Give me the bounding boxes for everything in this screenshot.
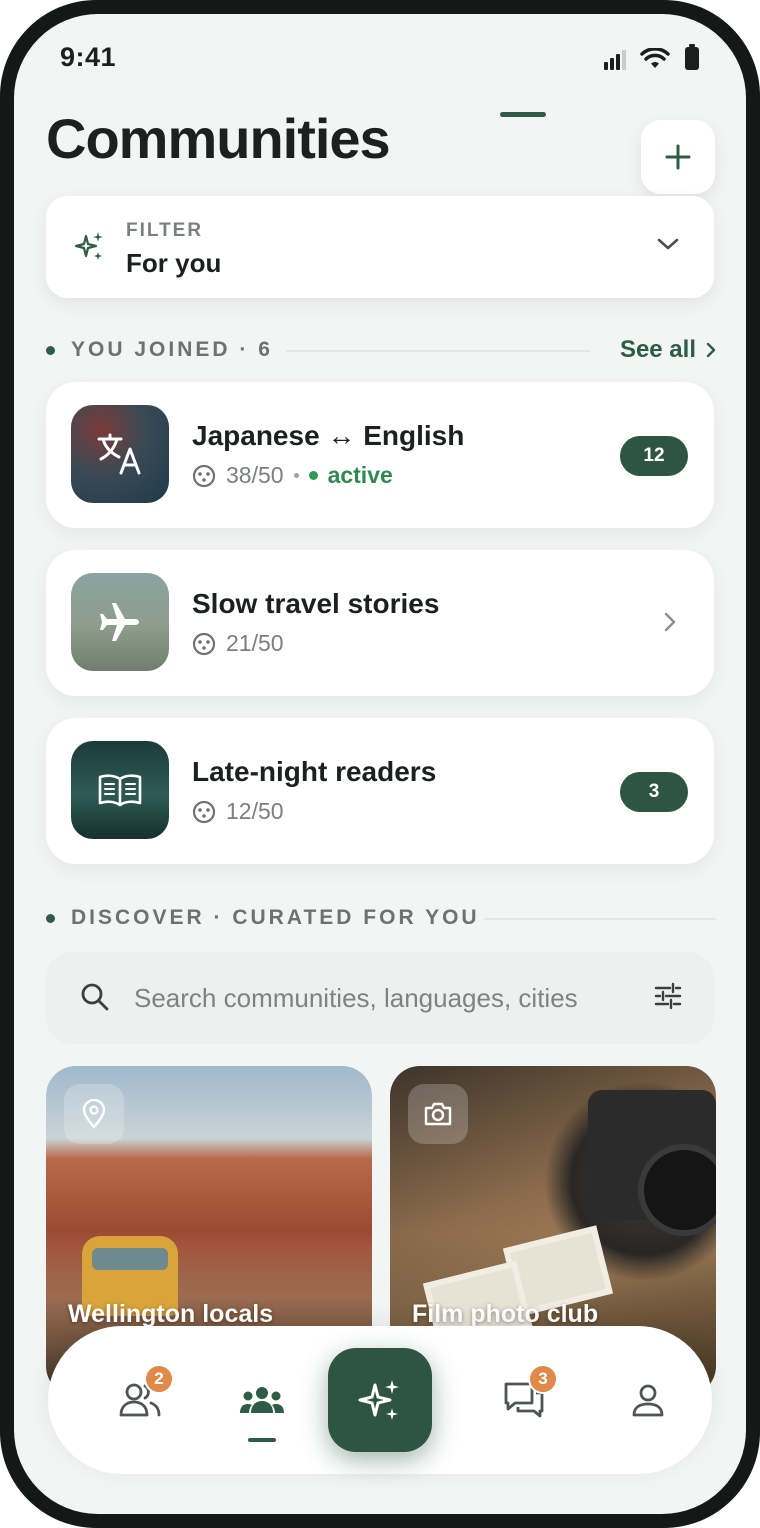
location-pin-icon (82, 1099, 106, 1129)
page-title: Communities (46, 107, 391, 170)
members-icon (192, 464, 216, 487)
sparkle-icon (358, 1380, 399, 1420)
camera-icon (424, 1102, 452, 1126)
search-bar[interactable] (46, 952, 714, 1044)
status-icons (604, 44, 700, 70)
filter-dropdown[interactable]: FILTER For you (46, 196, 714, 298)
chevron-right-icon (706, 342, 716, 358)
community-name: Japanese ↔ English (192, 420, 465, 451)
nav-friends[interactable]: 2 (110, 1364, 174, 1430)
members-icon (192, 800, 216, 823)
camera-chip (408, 1084, 468, 1144)
bottom-nav: 2 3 (48, 1326, 712, 1474)
section-dot (46, 914, 55, 923)
community-meta: 12/50 (192, 798, 284, 825)
members-icon (192, 632, 216, 655)
discover-section-header: DISCOVER · CURATED FOR YOU (46, 904, 716, 934)
discover-card-title: Film photo club (412, 1300, 599, 1328)
member-count: 21/50 (226, 630, 284, 656)
unread-badge: 3 (620, 772, 688, 812)
nav-sparkle-button[interactable] (328, 1348, 432, 1452)
section-divider (484, 918, 716, 920)
community-thumbnail (71, 741, 169, 839)
community-meta: 21/50 (192, 630, 284, 657)
see-all-link[interactable]: See all (620, 336, 716, 364)
activity-status: active (327, 462, 393, 488)
translate-icon (97, 433, 141, 475)
wifi-icon (640, 48, 670, 68)
member-count: 12/50 (226, 798, 284, 824)
filter-label: FILTER (126, 220, 204, 241)
status-time: 9:41 (60, 42, 117, 72)
nav-communities[interactable] (232, 1370, 292, 1442)
community-meta: 38/50 active (192, 462, 393, 489)
airplane-icon (100, 603, 139, 641)
member-count: 38/50 (226, 462, 284, 488)
unread-badge: 12 (620, 436, 688, 476)
section-dot (46, 346, 55, 355)
community-thumbnail (71, 573, 169, 671)
meta-separator (293, 473, 299, 478)
search-icon (81, 983, 109, 1011)
nav-messages[interactable]: 3 (494, 1364, 558, 1430)
discover-heading: DISCOVER · CURATED FOR YOU (71, 906, 480, 929)
chevron-down-icon (657, 238, 679, 250)
joined-heading: YOU JOINED · 6 (71, 338, 273, 361)
accent-dash (500, 112, 546, 117)
chevron-right-icon (664, 612, 676, 632)
community-row[interactable]: Late-night readers 12/50 3 (46, 718, 714, 864)
community-name: Slow travel stories (192, 588, 440, 619)
active-dot (308, 471, 318, 480)
signal-icon (604, 50, 626, 70)
book-icon (98, 774, 142, 807)
friends-badge: 2 (144, 1364, 174, 1394)
filter-value: For you (126, 248, 222, 278)
profile-icon (632, 1384, 664, 1417)
battery-icon (685, 44, 699, 70)
tune-icon[interactable] (654, 982, 682, 1010)
search-input[interactable] (134, 974, 634, 1022)
phone-frame: 9:41 Communities FILTER For you YOU JOIN… (0, 0, 760, 1528)
nav-profile[interactable] (618, 1370, 678, 1430)
active-tab-indicator (248, 1438, 276, 1442)
messages-badge: 3 (528, 1364, 558, 1394)
community-name: Late-night readers (192, 756, 437, 787)
screen: 9:41 Communities FILTER For you YOU JOIN… (14, 14, 746, 1514)
section-divider (286, 350, 590, 352)
community-row[interactable]: Slow travel stories 21/50 (46, 550, 714, 696)
plus-icon (665, 144, 691, 170)
joined-section-header: YOU JOINED · 6 See all (46, 336, 716, 366)
discover-card-title: Wellington locals (68, 1300, 274, 1328)
sparkle-icon (74, 232, 103, 260)
location-pin-chip (64, 1084, 124, 1144)
community-thumbnail (71, 405, 169, 503)
status-bar: 9:41 (14, 14, 746, 104)
community-row[interactable]: Japanese ↔ English 38/50 active 12 (46, 382, 714, 528)
see-all-label: See all (619, 336, 696, 363)
communities-icon (240, 1387, 284, 1413)
add-community-button[interactable] (641, 120, 715, 194)
camera-illustration (588, 1090, 716, 1236)
